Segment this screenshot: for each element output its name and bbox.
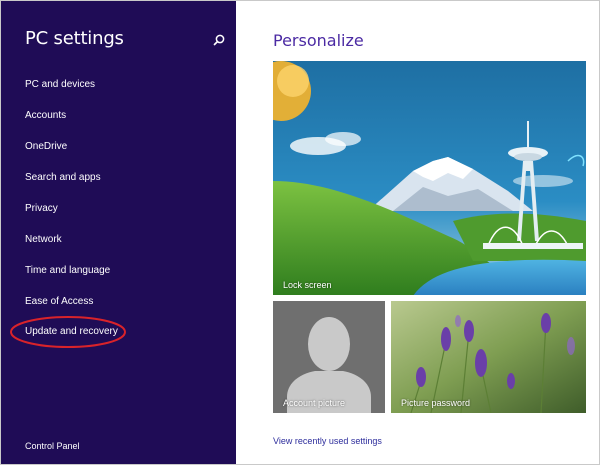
- app-title: PC settings: [25, 28, 124, 49]
- picture-password-label: Picture password: [401, 398, 471, 408]
- sidebar-item-network[interactable]: Network: [25, 228, 62, 252]
- sidebar-item-time-and-language[interactable]: Time and language: [25, 259, 110, 283]
- view-recent-settings-link[interactable]: View recently used settings: [273, 436, 382, 446]
- picture-password-tile[interactable]: Picture password: [391, 301, 586, 413]
- search-icon[interactable]: [210, 32, 228, 50]
- account-picture-label: Account picture: [283, 398, 346, 408]
- lavender-image: [391, 301, 586, 413]
- lock-screen-tile[interactable]: Lock screen: [273, 61, 586, 295]
- lock-screen-label: Lock screen: [283, 280, 332, 290]
- account-picture-tile[interactable]: Account picture: [273, 301, 385, 413]
- sidebar-item-onedrive[interactable]: OneDrive: [25, 135, 67, 159]
- sidebar: PC settings PC and devices Accounts OneD…: [1, 1, 236, 464]
- sidebar-item-accounts[interactable]: Accounts: [25, 104, 66, 128]
- sidebar-item-pc-and-devices[interactable]: PC and devices: [25, 73, 95, 97]
- main-panel: Personalize Lock screen Account picture …: [236, 1, 599, 464]
- highlight-ellipse: [10, 316, 126, 348]
- sidebar-item-search-and-apps[interactable]: Search and apps: [25, 166, 101, 190]
- sidebar-item-privacy[interactable]: Privacy: [25, 197, 58, 221]
- control-panel-link[interactable]: Control Panel: [25, 441, 80, 451]
- lock-screen-image: [273, 61, 586, 295]
- user-icon: [273, 301, 385, 413]
- sidebar-item-ease-of-access[interactable]: Ease of Access: [25, 290, 93, 314]
- page-title: Personalize: [273, 31, 364, 50]
